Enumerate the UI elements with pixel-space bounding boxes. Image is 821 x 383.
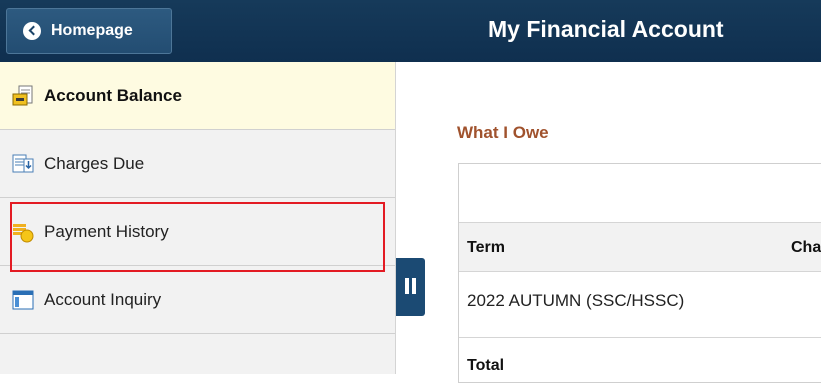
account-inquiry-highlight [10,202,385,272]
total-label: Total [467,357,505,374]
column-header-term: Term [467,239,505,256]
sidebar-item-label: Charges Due [44,153,145,173]
owe-table: Term Cha 2022 AUTUMN (SSC/HSSC) Total [458,163,821,383]
charges-due-icon [12,153,34,175]
homepage-button-label: Homepage [51,22,133,39]
column-header-charges: Cha [791,239,821,256]
top-header: Homepage My Financial Account [0,0,821,62]
account-inquiry-icon [12,289,34,311]
sidebar-collapse-handle[interactable] [396,258,425,316]
row-divider [459,337,821,338]
homepage-button[interactable]: Homepage [6,8,172,54]
sidebar-item-account-balance[interactable]: Account Balance [0,62,395,130]
sidebar-item-label: Account Balance [44,85,182,105]
table-cell-term: 2022 AUTUMN (SSC/HSSC) [467,291,685,310]
page-title: My Financial Account [488,16,724,42]
sidebar-item-label: Account Inquiry [44,289,162,309]
account-balance-icon [12,85,34,107]
sidebar-item-charges-due[interactable]: Charges Due [0,130,395,198]
chevron-left-icon [23,22,41,40]
pause-bar-icon [412,278,416,294]
pause-bar-icon [405,278,409,294]
section-title: What I Owe [457,123,549,142]
table-header-row: Term Cha [459,222,821,272]
sidebar-item-account-inquiry[interactable]: Account Inquiry [0,266,395,334]
